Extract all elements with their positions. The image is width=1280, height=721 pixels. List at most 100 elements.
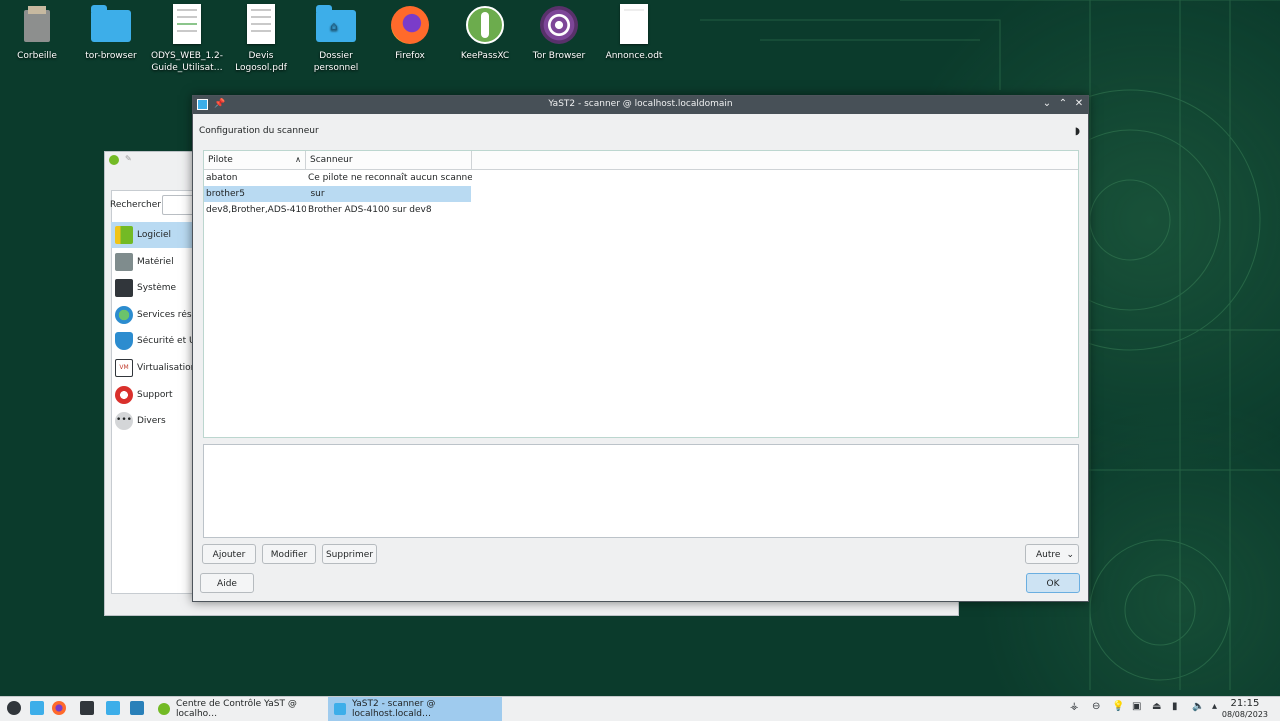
window-title: YaST2 - scanner @ localhost.localdomain [548,99,733,109]
desktop-icon-label: tor-browser [85,51,137,61]
sort-ascending-icon: ∧ [295,155,301,164]
application-launcher-icon[interactable] [7,701,21,715]
desktop-icon-label: Annonce.odt [605,51,663,61]
cell-pilote: brother5 [206,189,245,199]
desktop-icon-odys-guide[interactable]: ODYS_WEB_1.2-Guide_Utilisat… [150,4,224,74]
system-icon [115,279,133,297]
desktop-icon-corbeille[interactable]: Corbeille [0,4,74,62]
category-label: Matériel [137,257,174,267]
desktop-icon-keepassxc[interactable]: KeePassXC [448,4,522,62]
desktop-icon-label: KeePassXC [460,51,510,61]
cell-pilote: abaton [206,173,238,183]
category-label: Virtualisation [137,363,197,373]
chevron-down-icon: ⌄ [1066,550,1074,560]
pdf-icon [240,4,282,46]
home-folder-icon: ⌂ [315,4,357,46]
delete-button[interactable]: Supprimer [322,544,377,564]
details-panel [203,444,1079,538]
firefox-icon[interactable] [52,701,66,715]
category-label: Logiciel [137,230,172,240]
discover-icon[interactable] [106,701,120,715]
minimize-icon[interactable]: ⌄ [1042,98,1052,109]
taskbar: Centre de Contrôle YaST @ localho… YaST2… [0,696,1280,721]
help-button[interactable]: Aide [200,573,254,593]
category-support[interactable]: Support [111,382,197,408]
more-icon: ••• [115,412,133,430]
clock-date: 08/08/2023 [1221,710,1268,719]
close-icon[interactable]: ✕ [1074,98,1084,109]
desktop-icon-label: Devis Logosol.pdf [235,51,287,73]
cell-pilote: dev8,Brother,ADS-4100 [206,205,306,215]
category-label: Support [137,390,173,400]
maximize-icon[interactable]: ⌃ [1058,98,1068,109]
document-icon [166,4,208,46]
lifebuoy-icon [115,386,133,404]
category-label: Services résea [137,310,197,320]
desktop-icon-label: Firefox [395,51,425,61]
table-row[interactable]: abaton Ce pilote ne reconnaît aucun scan… [204,170,1078,186]
desktop-icon-tor-browser[interactable]: Tor Browser [522,4,596,62]
file-manager-icon[interactable] [130,701,144,715]
desktop-icon-tor-browser-folder[interactable]: tor-browser [74,4,148,62]
battery-icon[interactable]: ▮ [1172,701,1178,712]
desktop-icon-dossier-personnel[interactable]: ⌂ Dossier personnel [299,4,373,74]
desktop-icon-annonce[interactable]: Annonce.odt [597,4,671,62]
task-control-center[interactable]: Centre de Contrôle YaST @ localho… [152,697,328,721]
firefox-icon [389,4,431,46]
category-label: Système [137,283,177,293]
task-label: YaST2 - scanner @ localhost.locald… [352,699,436,719]
category-securite[interactable]: Sécurité et Ut [111,328,197,354]
clipboard-icon[interactable]: ▣ [1132,701,1141,712]
software-icon [115,226,133,244]
task-yast-scanner[interactable]: YaST2 - scanner @ localhost.locald… [328,697,502,721]
busy-indicator-icon: ◗ [1074,126,1080,137]
terminal-icon[interactable] [80,701,94,715]
device-notifier-icon[interactable]: ⏏ [1152,701,1161,712]
desktop-icon-devis-pdf[interactable]: Devis Logosol.pdf [224,4,298,74]
add-button[interactable]: Ajouter [202,544,256,564]
table-row[interactable]: dev8,Brother,ADS-4100 Brother ADS-4100 s… [204,202,1078,218]
category-services-reseau[interactable]: Services résea [111,302,197,328]
clock[interactable]: 21:15 08/08/2023 [1222,698,1268,720]
column-header-pilote[interactable]: Pilote ∧ [204,151,306,169]
page-title: Configuration du scanneur [199,126,319,136]
trash-icon [16,4,58,46]
network-icon[interactable]: ⚶ [1070,701,1079,712]
desktop-icon-firefox[interactable]: Firefox [373,4,447,62]
desktop-icon-label: Corbeille [17,51,57,61]
category-systeme[interactable]: Système [111,275,197,301]
volume-icon[interactable]: 🔈 [1192,701,1204,712]
column-header-scanneur[interactable]: Scanneur [306,151,472,169]
category-divers[interactable]: ••• Divers [111,408,197,434]
cell-scanneur: Brother ADS-4100 sur dev8 [308,205,432,215]
keepassxc-icon [464,4,506,46]
pin-icon[interactable]: ✎ [125,154,132,163]
column-label: Pilote [208,155,233,165]
updates-icon[interactable]: ⊖ [1092,701,1100,712]
cell-scanneur: Ce pilote ne reconnaît aucun scanneur [308,173,472,183]
category-materiel[interactable]: Matériel [111,249,197,275]
yast-scanner-window[interactable]: 📌 YaST2 - scanner @ localhost.localdomai… [192,95,1089,602]
category-logiciel[interactable]: Logiciel [111,222,197,248]
table-row-selected[interactable]: brother5 sur [204,186,471,202]
brightness-icon[interactable]: 💡 [1112,701,1124,712]
hardware-icon [115,253,133,271]
ok-button[interactable]: OK [1026,573,1080,593]
table-header: Pilote ∧ Scanneur [204,151,1078,170]
cell-scanneur: sur [307,189,328,199]
odt-document-icon [613,4,655,46]
category-label: Divers [137,416,166,426]
tray-expand-icon[interactable]: ▴ [1212,701,1217,712]
desktop-icon-label: ODYS_WEB_1.2-Guide_Utilisat… [150,51,224,73]
category-label: Sécurité et Ut [137,336,197,346]
show-desktop-icon[interactable] [30,701,44,715]
other-dropdown-button[interactable]: Autre ⌄ [1025,544,1079,564]
column-label: Scanneur [310,155,353,165]
yast-window-icon [334,703,346,715]
scanner-table[interactable]: Pilote ∧ Scanneur abaton Ce pilote ne re… [203,150,1079,438]
window-titlebar[interactable]: 📌 YaST2 - scanner @ localhost.localdomai… [193,96,1088,114]
yast-icon [158,703,170,715]
category-virtualisation[interactable]: VM Virtualisation [111,355,197,381]
edit-button[interactable]: Modifier [262,544,316,564]
network-globe-icon [115,306,133,324]
